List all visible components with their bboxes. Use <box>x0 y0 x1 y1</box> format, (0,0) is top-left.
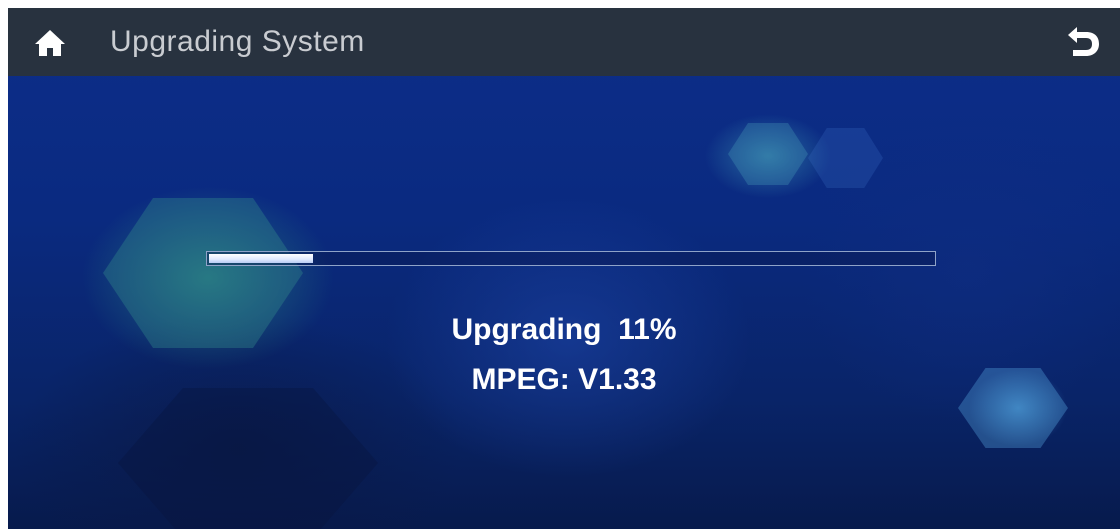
version-text: MPEG: V1.33 <box>471 363 657 396</box>
page-title: Upgrading System <box>110 25 365 58</box>
upgrade-status-text: Upgrading 11% <box>451 313 677 346</box>
progress-fill <box>209 254 313 263</box>
back-icon[interactable] <box>1064 26 1102 58</box>
home-icon[interactable] <box>33 28 67 58</box>
upgrade-screen: Upgrading System Upgrading 11% MPEG: V1.… <box>8 8 1120 529</box>
title-bar: Upgrading System <box>8 8 1120 76</box>
upgrade-progress-bar <box>206 251 936 266</box>
